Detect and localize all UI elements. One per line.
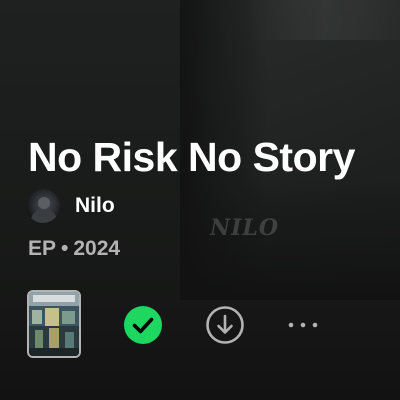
album-year: 2024 (73, 237, 121, 260)
meta-separator: • (61, 237, 69, 260)
artist-name[interactable]: Nilo (75, 194, 115, 218)
background-art-band (250, 0, 400, 40)
action-bar (0, 290, 400, 360)
album-cover-thumbnail[interactable] (27, 290, 81, 358)
album-type: EP (28, 237, 57, 260)
artist-avatar[interactable] (26, 189, 60, 223)
more-options-button[interactable] (283, 305, 323, 345)
download-circle-icon (206, 306, 244, 344)
avatar-shoulder-shape (31, 209, 57, 223)
album-screen: NILO No Risk No Story Nilo EP • 2024 (0, 0, 400, 400)
album-meta: EP • 2024 (28, 237, 120, 261)
album-title: No Risk No Story (28, 134, 355, 180)
avatar-head-shape (38, 197, 50, 209)
artist-row[interactable]: Nilo (26, 189, 115, 223)
saved-to-library-button[interactable] (123, 305, 163, 345)
check-circle-icon (124, 306, 162, 344)
cover-art-image (29, 292, 79, 356)
download-button[interactable] (205, 305, 245, 345)
more-horizontal-icon (288, 322, 318, 328)
background-art-signature: NILO (210, 215, 280, 241)
